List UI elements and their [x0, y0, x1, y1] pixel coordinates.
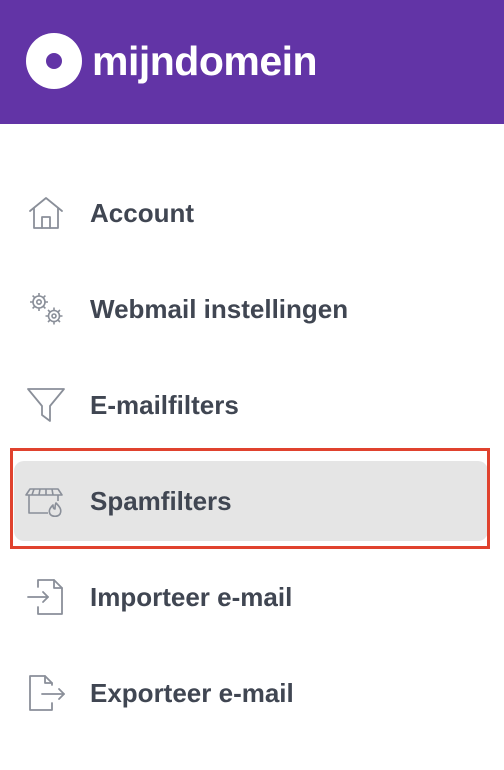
menu-item-label: E-mailfilters — [90, 389, 239, 420]
menu-item-account[interactable]: Account — [14, 173, 488, 253]
menu-item-import-email[interactable]: Importeer e-mail — [14, 557, 488, 637]
menu-item-label: Account — [90, 197, 194, 228]
menu-item-spamfilters[interactable]: Spamfilters — [14, 461, 488, 541]
export-icon — [24, 671, 68, 715]
menu-item-label: Importeer e-mail — [90, 581, 293, 612]
logo-text: mijndomein — [92, 38, 318, 84]
funnel-icon — [24, 383, 68, 427]
app-header: mijndomein — [0, 0, 504, 124]
gears-icon — [24, 287, 68, 331]
spam-filter-icon — [24, 479, 68, 523]
menu-item-label: Webmail instellingen — [90, 293, 349, 324]
menu-item-label: Spamfilters — [90, 485, 232, 516]
menu-item-webmail-settings[interactable]: Webmail instellingen — [14, 269, 488, 349]
menu-item-label: Exporteer e-mail — [90, 677, 294, 708]
import-icon — [24, 575, 68, 619]
home-icon — [24, 191, 68, 235]
menu-item-export-email[interactable]: Exporteer e-mail — [14, 653, 488, 733]
mijndomein-logo[interactable]: mijndomein — [26, 33, 318, 89]
menu-item-email-filters[interactable]: E-mailfilters — [14, 365, 488, 445]
logo-mark-icon — [26, 33, 82, 89]
